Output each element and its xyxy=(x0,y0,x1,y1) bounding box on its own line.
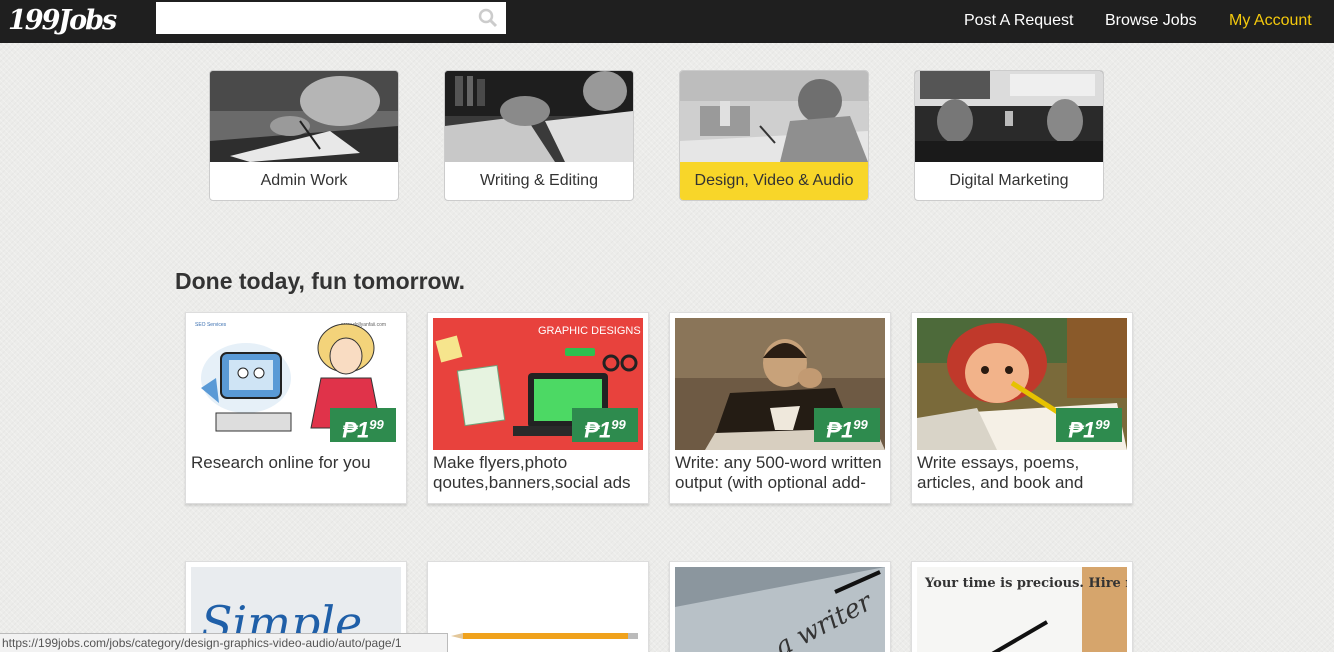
job-thumbnail: ₱199 xyxy=(917,318,1127,450)
writing-editing-photo xyxy=(445,71,633,162)
job-card[interactable]: SEO Services www.dollyanfaii.com ₱199 Re… xyxy=(185,312,407,504)
job-thumbnail: GRAPHIC DESIGNS ₱199 xyxy=(433,318,643,450)
job-card[interactable] xyxy=(427,561,649,652)
search-icon[interactable] xyxy=(478,8,498,28)
job-thumbnail: SEO Services www.dollyanfaii.com ₱199 xyxy=(191,318,401,450)
top-navigation-bar: 199Jobs Post A Request Browse Jobs My Ac… xyxy=(0,0,1334,43)
search-box xyxy=(156,2,506,34)
section-title: Done today, fun tomorrow. xyxy=(175,268,466,294)
job-card[interactable]: Your time is precious. Hire me! xyxy=(911,561,1133,652)
admin-work-photo xyxy=(210,71,398,162)
browser-status-url: https://199jobs.com/jobs/category/design… xyxy=(0,633,448,652)
job-thumbnail: a writer xyxy=(675,567,885,652)
job-title[interactable]: Write essays, poems, articles, and book … xyxy=(917,453,1127,495)
nav-browse-jobs[interactable]: Browse Jobs xyxy=(1105,12,1197,30)
job-card[interactable]: ₱199 Write essays, poems, articles, and … xyxy=(911,312,1133,504)
nav-post-a-request[interactable]: Post A Request xyxy=(964,12,1073,30)
digital-marketing-photo xyxy=(915,71,1103,162)
category-label: Design, Video & Audio xyxy=(680,162,868,200)
job-card[interactable]: GRAPHIC DESIGNS ₱199 Make flyers,photo q… xyxy=(427,312,649,504)
category-label: Writing & Editing xyxy=(480,172,598,189)
site-logo[interactable]: 199Jobs xyxy=(8,5,117,36)
job-card[interactable]: a writer xyxy=(669,561,891,652)
price-badge: ₱199 xyxy=(572,408,638,442)
job-thumbnail xyxy=(433,567,643,652)
job-title[interactable]: Make flyers,photo qoutes,banners,social … xyxy=(433,453,643,495)
category-design-video-audio[interactable]: Design, Video & Audio xyxy=(679,70,869,201)
thumb-caption: Your time is precious. Hire me! xyxy=(924,576,1127,591)
category-writing-editing[interactable]: Writing & Editing xyxy=(444,70,634,201)
price-badge: ₱199 xyxy=(330,408,396,442)
category-admin-work[interactable]: Admin Work xyxy=(209,70,399,201)
job-title[interactable]: Research online for you xyxy=(191,453,401,495)
job-card[interactable]: ₱199 Write: any 500-word written output … xyxy=(669,312,891,504)
price-badge: ₱199 xyxy=(814,408,880,442)
nav-my-account[interactable]: My Account xyxy=(1229,12,1312,30)
thumb-banner: GRAPHIC DESIGNS xyxy=(538,325,641,337)
thumb-header: SEO Services xyxy=(195,322,227,328)
category-digital-marketing[interactable]: Digital Marketing xyxy=(914,70,1104,201)
category-label: Digital Marketing xyxy=(949,172,1069,189)
price-badge: ₱199 xyxy=(1056,408,1122,442)
job-thumbnail: ₱199 xyxy=(675,318,885,450)
category-label: Admin Work xyxy=(260,172,348,189)
design-video-audio-photo xyxy=(680,71,868,162)
job-title[interactable]: Write: any 500-word written output (with… xyxy=(675,453,885,495)
search-input[interactable] xyxy=(156,2,476,34)
job-thumbnail: Your time is precious. Hire me! xyxy=(917,567,1127,652)
